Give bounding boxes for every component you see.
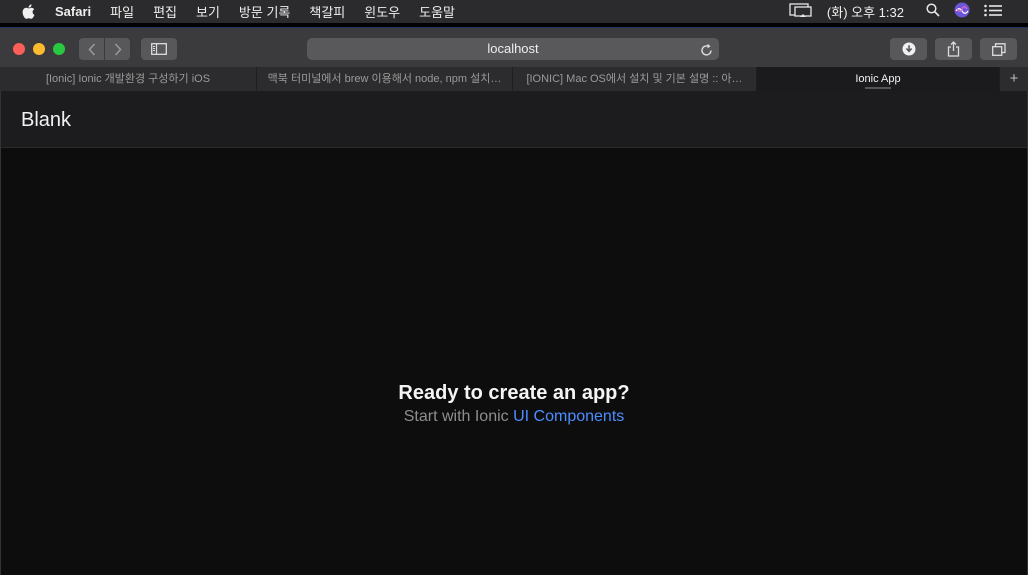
- tab-ionic-app[interactable]: Ionic App: [757, 67, 1000, 91]
- menu-file[interactable]: 파일: [110, 2, 134, 21]
- forward-button[interactable]: [105, 38, 130, 60]
- address-bar[interactable]: localhost: [307, 38, 719, 60]
- empty-state-prefix: Start with Ionic: [403, 408, 514, 425]
- download-icon: [902, 42, 915, 56]
- menu-history[interactable]: 방문 기록: [239, 2, 290, 21]
- tab-ionic-ios-setup[interactable]: [Ionic] Ionic 개발환경 구성하기 iOS: [0, 67, 257, 91]
- new-tab-button[interactable]: +: [1000, 67, 1028, 91]
- menu-view[interactable]: 보기: [196, 2, 220, 21]
- tab-title: 맥북 터미널에서 brew 이용해서 node, npm 설치…: [267, 73, 502, 85]
- address-text: localhost: [487, 41, 539, 56]
- sidebar-icon: [151, 43, 167, 55]
- reload-icon[interactable]: [700, 42, 713, 64]
- tab-title: Ionic App: [855, 73, 901, 85]
- tab-ionic-macos-install[interactable]: [IONIC] Mac OS에서 설치 및 기본 설명 :: 아…: [513, 67, 757, 91]
- plus-icon: +: [1009, 70, 1019, 87]
- share-button[interactable]: [935, 38, 972, 60]
- ui-components-link[interactable]: UI Components: [513, 408, 624, 425]
- chevron-left-icon: [87, 42, 95, 56]
- window-minimize-button[interactable]: [33, 43, 45, 55]
- share-icon: [947, 41, 960, 57]
- menu-bookmarks[interactable]: 책갈피: [309, 2, 345, 21]
- menu-bar: Safari 파일 편집 보기 방문 기록 책갈피 윈도우 도움말 (화) 오후…: [0, 0, 1028, 23]
- chevron-right-icon: [114, 42, 122, 56]
- menu-window[interactable]: 윈도우: [364, 2, 400, 21]
- tabs-overview-icon: [991, 42, 1006, 56]
- app-header: Blank: [1, 91, 1027, 148]
- menu-bar-extras: (화) 오후 1:32: [789, 0, 1028, 23]
- empty-state: Ready to create an app? Start with Ionic…: [1, 382, 1027, 426]
- tab-bar: [Ionic] Ionic 개발환경 구성하기 iOS 맥북 터미널에서 bre…: [0, 67, 1028, 91]
- back-button[interactable]: [79, 38, 104, 60]
- tab-title: [Ionic] Ionic 개발환경 구성하기 iOS: [45, 73, 211, 85]
- tab-brew-node-npm[interactable]: 맥북 터미널에서 brew 이용해서 node, npm 설치…: [257, 67, 513, 91]
- show-all-tabs-button[interactable]: [980, 38, 1017, 60]
- sidebar-toggle-button[interactable]: [141, 38, 177, 60]
- menu-edit[interactable]: 편집: [153, 2, 177, 21]
- empty-state-subtext: Start with Ionic UI Components: [1, 408, 1027, 426]
- browser-toolbar: localhost: [0, 27, 1028, 67]
- page-title: Blank: [21, 109, 72, 131]
- app-content: Ready to create an app? Start with Ionic…: [1, 148, 1027, 575]
- spotlight-search-icon[interactable]: [926, 3, 940, 20]
- window-close-button[interactable]: [13, 43, 25, 55]
- downloads-button[interactable]: [890, 38, 927, 60]
- web-content: Blank Ready to create an app? Start with…: [0, 91, 1028, 575]
- window-zoom-button[interactable]: [53, 43, 65, 55]
- notification-center-icon[interactable]: [984, 4, 1002, 20]
- siri-icon[interactable]: [954, 2, 970, 21]
- menu-app-safari[interactable]: Safari: [55, 4, 91, 19]
- menu-help[interactable]: 도움말: [419, 2, 455, 21]
- empty-state-heading: Ready to create an app?: [398, 382, 630, 404]
- tab-title: [IONIC] Mac OS에서 설치 및 기본 설명 :: 아…: [526, 73, 743, 85]
- menu-clock[interactable]: (화) 오후 1:32: [827, 2, 904, 21]
- airplay-display-icon[interactable]: [789, 2, 813, 21]
- apple-menu-icon[interactable]: [22, 4, 36, 19]
